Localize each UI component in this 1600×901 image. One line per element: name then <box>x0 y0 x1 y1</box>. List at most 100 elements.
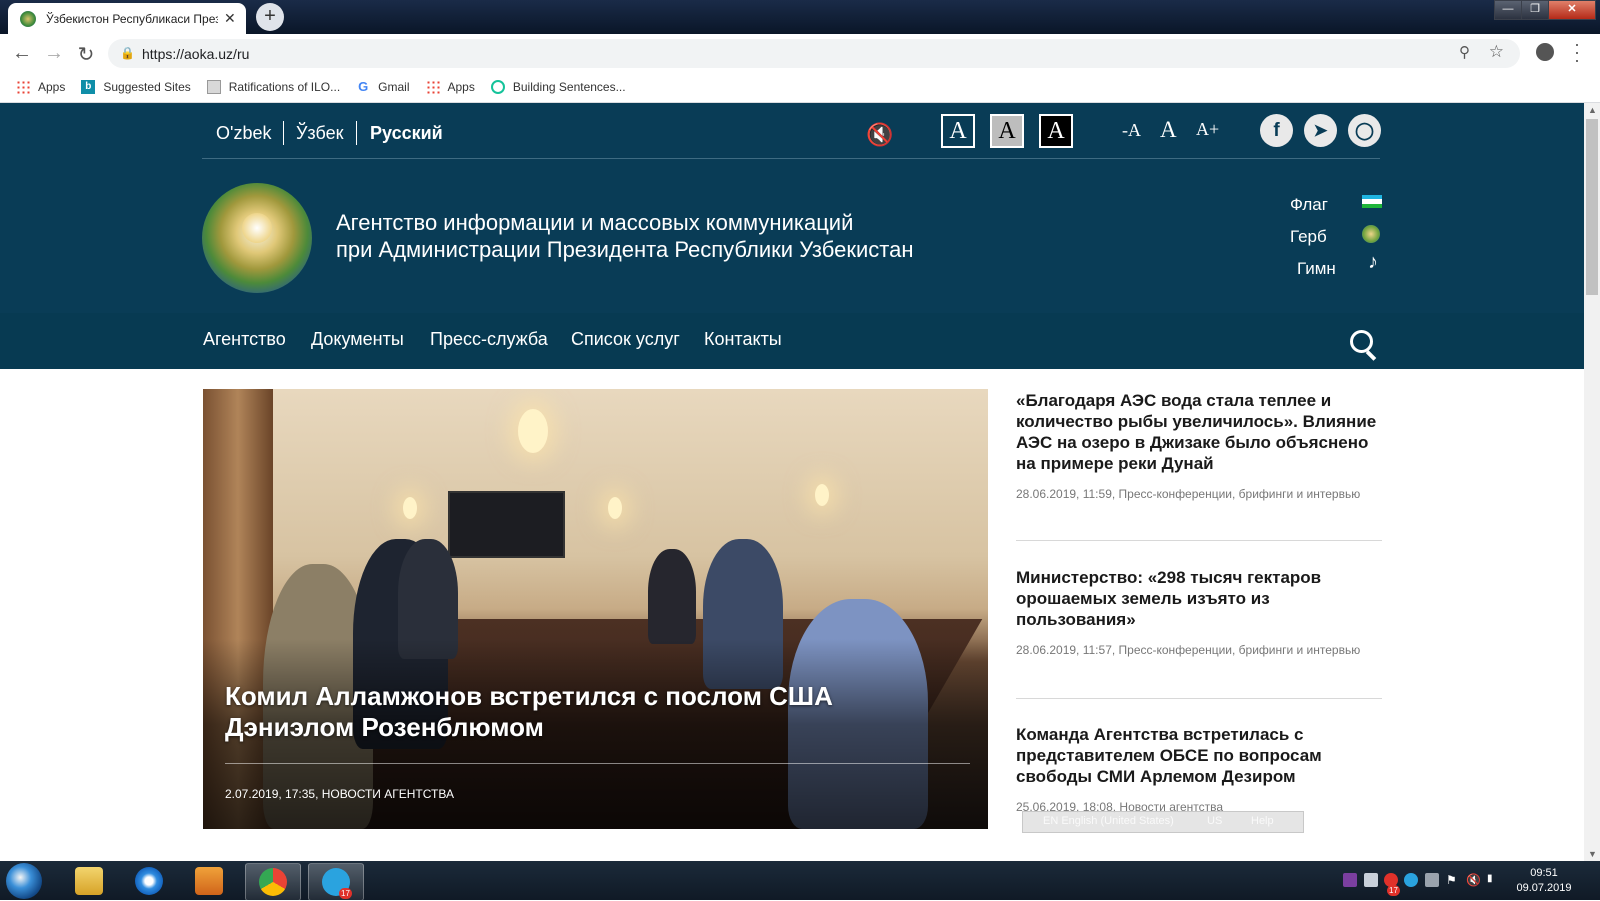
system-clock[interactable]: 09:51 09.07.2019 <box>1510 866 1578 896</box>
org-name-line1: Агентство информации и массовых коммуник… <box>336 210 854 235</box>
window-minimize-button[interactable]: — <box>1494 0 1522 20</box>
news-item[interactable]: «Благодаря АЭС вода стала теплее и колич… <box>1016 390 1382 502</box>
nav-contacts[interactable]: Контакты <box>704 329 782 350</box>
language-bar-layout[interactable]: US <box>1207 815 1222 827</box>
news-item-meta: 28.06.2019, 11:57, Пресс-конференции, бр… <box>1016 643 1361 657</box>
browser-titlebar: Ўзбекистон Республикаси Президенти ✕ + —… <box>0 0 1600 34</box>
browser-menu-icon[interactable]: · · · <box>1574 35 1580 69</box>
bookmarks-bar: Apps b Suggested Sites Ratifications of … <box>0 72 1600 103</box>
telegram-unread-badge: 17 <box>339 888 352 899</box>
hero-photo-tv <box>448 491 565 558</box>
forward-arrow-icon[interactable]: → <box>42 42 66 65</box>
font-decrease-button[interactable]: -A <box>1122 120 1141 141</box>
language-bar[interactable]: EN English (United States) US Help <box>1022 811 1304 833</box>
bookmark-ratifications[interactable]: Ratifications of ILO... <box>206 80 340 94</box>
news-item-title[interactable]: Министерство: «298 тысяч гектаров орошае… <box>1016 567 1382 630</box>
page-scrollbar[interactable]: ▲ ▼ <box>1584 103 1600 861</box>
window-maximize-button[interactable]: ❐ <box>1521 0 1549 20</box>
news-divider <box>1016 698 1382 699</box>
signal-icon[interactable]: ▮ <box>1487 873 1501 887</box>
bookmark-building-sentences[interactable]: Building Sentences... <box>490 80 626 94</box>
font-increase-button[interactable]: A+ <box>1196 119 1219 140</box>
facebook-icon[interactable]: f <box>1260 114 1293 147</box>
scroll-down-arrow-icon[interactable]: ▼ <box>1588 849 1597 859</box>
tab-close-icon[interactable]: ✕ <box>224 10 236 27</box>
window-close-button[interactable]: ✕ <box>1548 0 1596 20</box>
volume-muted-icon[interactable]: 🔇 <box>1466 873 1481 887</box>
taskbar-internet-explorer[interactable] <box>122 863 176 899</box>
hero-photo-lamp <box>608 497 622 519</box>
network-tray-icon[interactable] <box>1364 873 1378 887</box>
back-arrow-icon[interactable]: ← <box>10 42 34 65</box>
lang-uz-latin[interactable]: O'zbek <box>216 123 271 144</box>
browser-tab[interactable]: Ўзбекистон Республикаси Президенти ✕ <box>8 3 246 34</box>
taskbar-telegram[interactable]: 17 <box>308 863 364 901</box>
symbol-flag-link[interactable]: Флаг <box>1290 195 1328 215</box>
bookmark-apps[interactable]: Apps <box>16 80 65 94</box>
address-bar[interactable]: 🔒 https://aoka.uz/ru ⚲ ☆ <box>108 39 1520 68</box>
flag-icon[interactable] <box>1362 195 1382 209</box>
telegram-tray-icon[interactable] <box>1404 873 1418 887</box>
news-item-title[interactable]: «Благодаря АЭС вода стала теплее и колич… <box>1016 390 1382 474</box>
news-item-title[interactable]: Команда Агентства встретилась с представ… <box>1016 724 1382 787</box>
nav-agency[interactable]: Агентство <box>203 329 286 350</box>
hero-photo-chandelier <box>518 409 548 453</box>
state-emblem-logo[interactable] <box>202 183 312 293</box>
onenote-tray-icon[interactable] <box>1343 873 1357 887</box>
language-bar-help[interactable]: Help <box>1251 815 1274 827</box>
profile-avatar-icon[interactable] <box>1536 43 1554 61</box>
music-note-icon[interactable]: ♪ <box>1368 251 1378 274</box>
new-tab-button[interactable]: + <box>256 3 284 31</box>
symbol-anthem-link[interactable]: Гимн <box>1297 259 1336 279</box>
contrast-default-button[interactable]: A <box>941 114 975 148</box>
chrome-icon <box>259 868 287 896</box>
news-item[interactable]: Министерство: «298 тысяч гектаров орошае… <box>1016 567 1382 658</box>
main-navigation: Агентство Документы Пресс-служба Список … <box>0 313 1584 369</box>
document-icon <box>206 80 221 94</box>
site-favicon-icon <box>20 10 36 27</box>
nav-services-list[interactable]: Список услуг <box>571 329 680 350</box>
internet-explorer-icon <box>135 867 163 895</box>
contrast-gray-button[interactable]: A <box>990 114 1024 148</box>
tab-title: Ўзбекистон Республикаси Президенти <box>46 11 218 26</box>
featured-article[interactable]: Комил Алламжонов встретился с послом США… <box>203 389 988 829</box>
news-item[interactable]: Команда Агентства встретилась с представ… <box>1016 724 1382 815</box>
apps-grid-icon <box>425 80 440 94</box>
language-bar-lang[interactable]: EN English (United States) <box>1043 815 1174 827</box>
sound-mute-icon[interactable]: 🔇 <box>866 122 893 148</box>
bookmark-suggested-sites[interactable]: b Suggested Sites <box>81 80 191 94</box>
emblem-icon[interactable] <box>1362 225 1380 243</box>
bookmark-star-icon[interactable]: ☆ <box>1489 42 1504 62</box>
contrast-dark-button[interactable]: A <box>1039 114 1073 148</box>
lang-uz-cyrillic[interactable]: Ўзбек <box>296 123 343 144</box>
scroll-up-arrow-icon[interactable]: ▲ <box>1588 105 1597 115</box>
action-center-flag-icon[interactable]: ⚑ <box>1446 873 1460 887</box>
bookmark-apps-2[interactable]: Apps <box>425 80 475 94</box>
bluetooth-tray-icon[interactable] <box>1425 873 1439 887</box>
organization-name[interactable]: Агентство информации и массовых коммуник… <box>336 209 914 263</box>
emblem-sun <box>242 213 272 243</box>
telegram-icon[interactable]: ➤ <box>1304 114 1337 147</box>
zoom-icon[interactable]: ⚲ <box>1459 43 1470 61</box>
nav-press-service[interactable]: Пресс-служба <box>430 329 548 350</box>
taskbar-chrome[interactable] <box>245 863 301 901</box>
hero-photo-lamp <box>815 484 829 506</box>
taskbar-explorer[interactable] <box>62 863 116 899</box>
start-button-icon[interactable] <box>6 863 42 899</box>
symbol-emblem-link[interactable]: Герб <box>1290 227 1327 247</box>
scrollbar-thumb[interactable] <box>1586 119 1598 295</box>
bookmark-gmail[interactable]: G Gmail <box>356 80 409 95</box>
instagram-icon[interactable]: ◯ <box>1348 114 1381 147</box>
apps-grid-icon <box>16 80 30 94</box>
lang-russian[interactable]: Русский <box>370 123 443 144</box>
search-icon[interactable] <box>1350 330 1373 353</box>
featured-article-title[interactable]: Комил Алламжонов встретился с послом США… <box>225 681 925 743</box>
taskbar-media-player[interactable] <box>182 863 236 899</box>
reload-icon[interactable]: ↻ <box>74 42 98 67</box>
grammarly-icon <box>490 80 505 94</box>
font-normal-button[interactable]: A <box>1160 117 1177 143</box>
hero-photo-person <box>648 549 696 644</box>
browser-toolbar: ← → ↻ 🔒 https://aoka.uz/ru ⚲ ☆ · · · <box>0 34 1600 72</box>
nav-documents[interactable]: Документы <box>311 329 404 350</box>
address-url[interactable]: https://aoka.uz/ru <box>142 46 249 62</box>
